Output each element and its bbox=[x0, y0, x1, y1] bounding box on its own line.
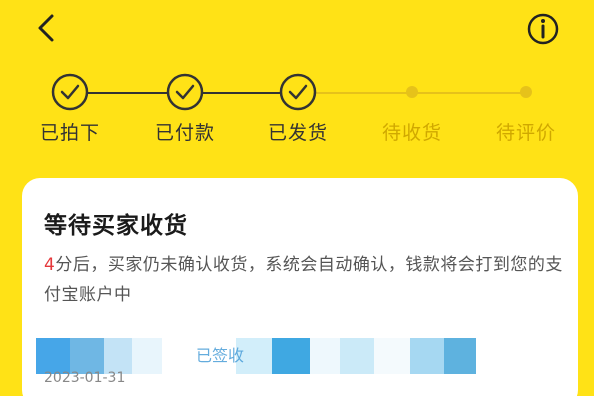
logistics-date: 2023-01-31 bbox=[44, 370, 126, 386]
step-ordered: 已拍下 bbox=[30, 70, 110, 145]
check-circle-icon bbox=[166, 73, 204, 111]
step-label: 已付款 bbox=[154, 122, 215, 144]
card-description: 4分后，买家仍未确认收货，系统会自动确认，钱款将会打到您的支付宝账户中 bbox=[44, 250, 564, 310]
step-shipped: 已发货 bbox=[258, 70, 338, 145]
description-text: 分后，买家仍未确认收货，系统会自动确认，钱款将会打到您的支付宝账户中 bbox=[44, 255, 563, 305]
order-progress: 已拍下 已付款 已发货 待收货 待评价 bbox=[0, 70, 594, 150]
card-title: 等待买家收货 bbox=[44, 213, 188, 239]
check-circle-icon bbox=[279, 73, 317, 111]
step-label: 已拍下 bbox=[39, 122, 100, 144]
step-awaiting-receipt: 待收货 bbox=[372, 70, 452, 145]
top-bar bbox=[0, 0, 594, 60]
step-label: 已发货 bbox=[267, 122, 328, 144]
logistics-status[interactable]: 已签收 bbox=[196, 342, 244, 366]
countdown-minutes: 4 bbox=[44, 255, 56, 275]
back-button[interactable] bbox=[30, 10, 66, 46]
back-arrow-icon bbox=[38, 14, 54, 42]
step-label: 待收货 bbox=[381, 122, 442, 144]
step-dot bbox=[406, 86, 418, 98]
logistics-blurred bbox=[36, 338, 476, 374]
step-paid: 已付款 bbox=[145, 70, 225, 145]
info-button[interactable] bbox=[526, 12, 560, 46]
step-awaiting-review: 待评价 bbox=[486, 70, 566, 145]
check-circle-icon bbox=[51, 73, 89, 111]
step-label: 待评价 bbox=[495, 122, 556, 144]
step-dot bbox=[520, 86, 532, 98]
info-circle-icon bbox=[527, 13, 559, 45]
